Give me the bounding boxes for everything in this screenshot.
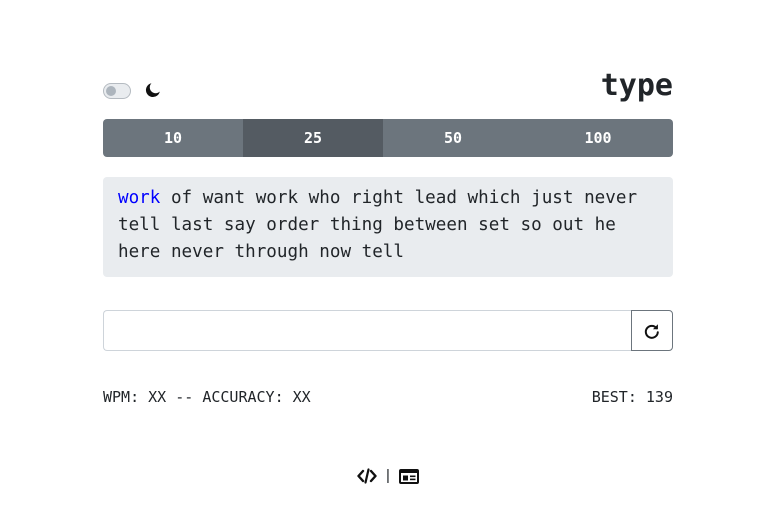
moon-icon xyxy=(145,83,160,98)
app-container: type 10 25 50 100 work of want work who … xyxy=(103,68,673,407)
current-word: work xyxy=(118,188,161,208)
app-title: type xyxy=(600,68,673,103)
wpm-accuracy-readout: WPM: XX -- ACCURACY: XX xyxy=(103,388,311,406)
footer: | xyxy=(0,466,776,486)
word-count-selector: 10 25 50 100 xyxy=(103,119,673,157)
header: type xyxy=(103,68,673,112)
theme-toggle-switch[interactable] xyxy=(103,83,131,99)
mode-button-10[interactable]: 10 xyxy=(103,119,243,157)
mode-button-50[interactable]: 50 xyxy=(383,119,523,157)
code-icon[interactable] xyxy=(357,466,377,486)
stats-bar: WPM: XX -- ACCURACY: XX BEST: 139 xyxy=(103,387,673,407)
best-score: BEST: 139 xyxy=(591,388,673,406)
toggle-knob xyxy=(106,86,116,96)
redo-button[interactable] xyxy=(631,310,673,351)
mode-button-25[interactable]: 25 xyxy=(243,119,383,157)
typing-input[interactable] xyxy=(103,310,631,351)
input-row xyxy=(103,310,673,351)
redo-icon xyxy=(644,323,659,339)
remaining-words: of want work who right lead which just n… xyxy=(118,188,638,262)
id-card-icon[interactable] xyxy=(398,466,419,486)
typing-text-display: work of want work who right lead which j… xyxy=(103,177,673,277)
footer-separator: | xyxy=(386,467,390,484)
mode-button-100[interactable]: 100 xyxy=(523,119,673,157)
